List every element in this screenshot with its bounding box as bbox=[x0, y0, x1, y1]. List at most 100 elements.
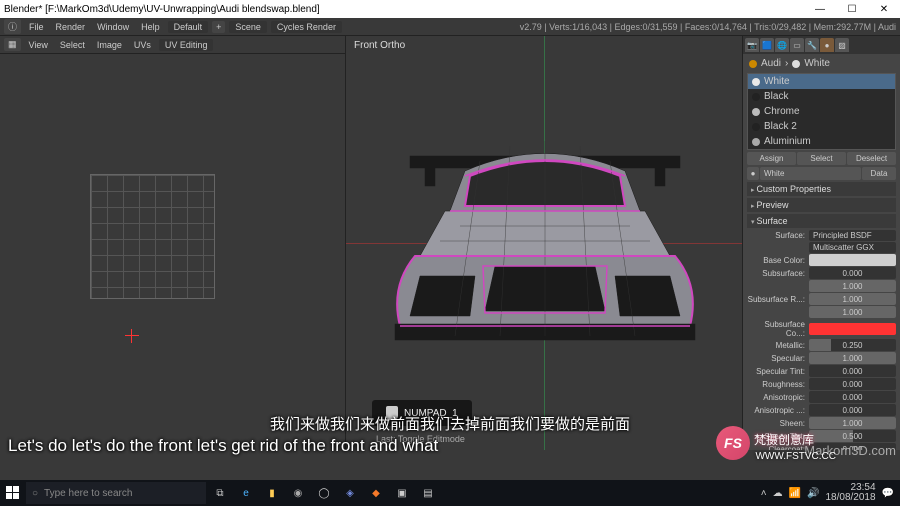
panel-preview[interactable]: Preview bbox=[747, 198, 896, 212]
tray-up-icon[interactable]: ˄ bbox=[761, 488, 767, 499]
subtitle-english: Let's do let's do the front let's get ri… bbox=[8, 436, 438, 456]
data-link-toggle[interactable]: Data bbox=[862, 167, 896, 180]
material-slot[interactable]: Black bbox=[748, 89, 895, 104]
material-browse-icon[interactable]: ● bbox=[747, 167, 759, 180]
material-slot[interactable]: Aluminium bbox=[748, 134, 895, 149]
menu-window[interactable]: Window bbox=[93, 21, 133, 33]
uv-editor-header: ▦ View Select Image UVs UV Editing bbox=[0, 36, 345, 54]
axis-x bbox=[346, 243, 742, 244]
watermark-chinese: 梵摄创意库 bbox=[754, 431, 814, 448]
property-row: Subsurface:0.000 bbox=[747, 267, 896, 279]
menu-file[interactable]: File bbox=[25, 21, 48, 33]
windows-taskbar: ○ Type here to search ⧉ e ▮ ◉ ◯ ◈ ◆ ▣ ▤ … bbox=[0, 480, 900, 506]
tab-world[interactable]: 🌐 bbox=[775, 38, 789, 52]
uv-menu-select[interactable]: Select bbox=[56, 39, 89, 51]
3d-viewport[interactable]: Front Ortho bbox=[346, 36, 742, 450]
surface-shader-dropdown[interactable]: Principled BSDF bbox=[809, 230, 896, 241]
menu-render[interactable]: Render bbox=[52, 21, 90, 33]
tab-texture[interactable]: ▨ bbox=[835, 38, 849, 52]
tab-object[interactable]: ▭ bbox=[790, 38, 804, 52]
taskbar-app-other2[interactable]: ▤ bbox=[416, 482, 440, 504]
property-label: Sheen: bbox=[747, 419, 807, 428]
task-view-icon[interactable]: ⧉ bbox=[208, 482, 232, 504]
info-header: ⓘ File Render Window Help Default + Scen… bbox=[0, 18, 900, 36]
material-name-field[interactable]: White bbox=[760, 167, 861, 180]
property-label: Roughness: bbox=[747, 380, 807, 389]
value-slider[interactable]: 1.000 bbox=[809, 293, 896, 305]
taskbar-app-discord[interactable]: ◈ bbox=[338, 482, 362, 504]
properties-panel: 📷 🟦 🌐 ▭ 🔧 ● ▨ Audi › White WhiteBlackChr… bbox=[742, 36, 900, 450]
property-label: Specular Tint: bbox=[747, 367, 807, 376]
property-row: Subsurface Co...: bbox=[747, 320, 896, 338]
color-swatch[interactable] bbox=[809, 254, 896, 266]
value-slider[interactable]: 0.000 bbox=[809, 391, 896, 403]
render-engine-dropdown[interactable]: Cycles Render bbox=[271, 21, 342, 33]
material-slot[interactable]: Black 2 bbox=[748, 119, 895, 134]
material-preview-icon bbox=[752, 93, 760, 101]
select-button[interactable]: Select bbox=[797, 152, 846, 165]
value-slider[interactable]: 0.500 bbox=[809, 430, 896, 442]
tray-cloud-icon[interactable]: ☁ bbox=[773, 488, 783, 499]
uv-menu-image[interactable]: Image bbox=[93, 39, 126, 51]
property-row: Specular Tint:0.000 bbox=[747, 365, 896, 377]
property-row: Base Color: bbox=[747, 254, 896, 266]
uv-viewport[interactable] bbox=[0, 54, 345, 450]
layout-dropdown[interactable]: Default bbox=[168, 21, 209, 33]
value-slider[interactable]: 1.000 bbox=[809, 306, 896, 318]
panel-surface[interactable]: Surface bbox=[747, 214, 896, 228]
property-row: Anisotropic:0.000 bbox=[747, 391, 896, 403]
taskbar-app-steam[interactable]: ◉ bbox=[286, 482, 310, 504]
color-swatch[interactable] bbox=[809, 323, 896, 335]
tray-volume-icon[interactable]: 🔊 bbox=[807, 488, 819, 499]
value-slider[interactable]: 1.000 bbox=[809, 352, 896, 364]
search-icon: ○ bbox=[32, 488, 38, 499]
menu-help[interactable]: Help bbox=[137, 21, 164, 33]
property-row: Roughness:0.000 bbox=[747, 378, 896, 390]
scene-dropdown[interactable]: Scene bbox=[229, 21, 267, 33]
value-slider[interactable]: 0.250 bbox=[809, 339, 896, 351]
uv-menu-uvs[interactable]: UVs bbox=[130, 39, 155, 51]
uv-cursor-icon bbox=[125, 329, 139, 343]
uv-mode[interactable]: UV Editing bbox=[159, 39, 214, 51]
close-button[interactable]: ✕ bbox=[872, 4, 896, 15]
notification-icon[interactable]: 💬 bbox=[882, 488, 894, 499]
panel-custom-properties[interactable]: Custom Properties bbox=[747, 182, 896, 196]
value-slider[interactable]: 1.000 bbox=[809, 280, 896, 292]
uv-editor-type-icon[interactable]: ▦ bbox=[4, 38, 21, 51]
tab-render[interactable]: 📷 bbox=[745, 38, 759, 52]
value-slider[interactable]: 0.000 bbox=[809, 365, 896, 377]
distribution-dropdown[interactable]: Multiscatter GGX bbox=[809, 242, 896, 253]
value-slider[interactable]: 0.000 bbox=[809, 404, 896, 416]
tab-scene[interactable]: 🟦 bbox=[760, 38, 774, 52]
material-slot[interactable]: Chrome bbox=[748, 104, 895, 119]
material-preview-icon bbox=[752, 123, 760, 131]
tab-modifier[interactable]: 🔧 bbox=[805, 38, 819, 52]
property-label: Metallic: bbox=[747, 341, 807, 350]
taskbar-app-edge[interactable]: e bbox=[234, 482, 258, 504]
deselect-button[interactable]: Deselect bbox=[847, 152, 896, 165]
minimize-button[interactable]: — bbox=[808, 4, 832, 15]
system-tray[interactable]: ˄ ☁ 📶 🔊 23:54 18/08/2018 💬 bbox=[761, 483, 898, 503]
taskbar-app-chrome[interactable]: ◯ bbox=[312, 482, 336, 504]
material-icon bbox=[792, 60, 800, 68]
value-slider[interactable]: 0.000 bbox=[809, 267, 896, 279]
value-slider[interactable]: 0.000 bbox=[809, 378, 896, 390]
editor-type-icon[interactable]: ⓘ bbox=[4, 19, 21, 34]
material-list[interactable]: WhiteBlackChromeBlack 2Aluminium bbox=[747, 73, 896, 150]
start-button[interactable] bbox=[2, 482, 24, 504]
taskbar-app-other1[interactable]: ▣ bbox=[390, 482, 414, 504]
taskbar-clock[interactable]: 23:54 18/08/2018 bbox=[825, 483, 875, 503]
uv-grid bbox=[90, 174, 215, 299]
breadcrumb: Audi › White bbox=[747, 56, 896, 71]
taskbar-app-blender[interactable]: ◆ bbox=[364, 482, 388, 504]
taskbar-app-explorer[interactable]: ▮ bbox=[260, 482, 284, 504]
tray-network-icon[interactable]: 📶 bbox=[789, 488, 801, 499]
maximize-button[interactable]: ☐ bbox=[840, 4, 864, 15]
uv-menu-view[interactable]: View bbox=[25, 39, 52, 51]
taskbar-search[interactable]: ○ Type here to search bbox=[26, 482, 206, 504]
assign-button[interactable]: Assign bbox=[747, 152, 796, 165]
value-slider[interactable]: 1.000 bbox=[809, 417, 896, 429]
material-slot[interactable]: White bbox=[748, 74, 895, 89]
tab-material[interactable]: ● bbox=[820, 38, 834, 52]
property-row: Metallic:0.250 bbox=[747, 339, 896, 351]
